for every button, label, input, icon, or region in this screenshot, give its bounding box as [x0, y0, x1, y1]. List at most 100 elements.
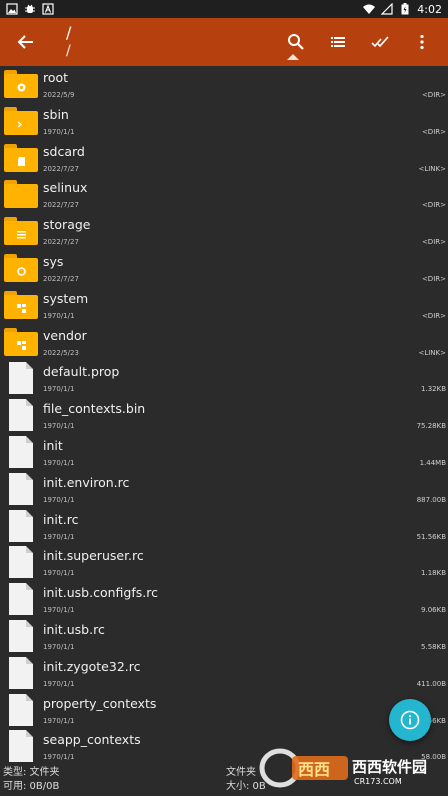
folder-icon: [4, 217, 38, 246]
settings-icon: [16, 266, 27, 277]
file-kind-badge: <DIR>: [421, 274, 446, 283]
file-date: 2022/5/23: [43, 348, 79, 357]
file-list-item[interactable]: property_contexts 1970/1/1 56KB: [0, 692, 448, 729]
list-icon: [16, 229, 27, 240]
double-check-icon: [371, 36, 389, 48]
file-icon: [9, 399, 33, 432]
select-all-button[interactable]: [362, 24, 398, 60]
folder-icon: [4, 143, 38, 172]
file-list-item[interactable]: init.zygote32.rc 1970/1/1 411.00B: [0, 655, 448, 692]
folder-icon: [4, 253, 38, 282]
file-kind-badge: <DIR>: [421, 238, 446, 247]
path-dropdown-indicator-icon[interactable]: [287, 54, 299, 60]
path-line-secondary: /: [66, 43, 71, 59]
file-list-item[interactable]: init.rc 1970/1/1 51.56KB: [0, 508, 448, 545]
file-list-item[interactable]: storage 2022/7/27 <DIR>: [0, 213, 448, 250]
watermark-logo: 西西 西西软件园 CR173.COM: [258, 748, 444, 788]
file-date: 2022/5/9: [43, 91, 75, 99]
file-date: 1970/1/1: [43, 458, 75, 467]
file-date: 1970/1/1: [43, 569, 75, 578]
folder-icon: [4, 70, 38, 98]
file-list-item[interactable]: system 1970/1/1 <DIR>: [0, 287, 448, 324]
file-icon: [9, 509, 33, 542]
path-line-primary: /: [66, 23, 72, 42]
file-icon: [9, 583, 33, 616]
file-list-item[interactable]: sdcard 2022/7/27 <LINK>: [0, 140, 448, 177]
file-name: vendor: [43, 327, 87, 343]
file-icon: [9, 472, 33, 505]
file-list-item[interactable]: selinux 2022/7/27 <DIR>: [0, 176, 448, 213]
file-icon: [9, 730, 33, 763]
file-name: init.zygote32.rc: [43, 658, 141, 674]
file-icon: [9, 693, 33, 726]
image-icon: [6, 3, 18, 15]
file-list-item[interactable]: root 2022/5/9 <DIR>: [0, 66, 448, 103]
file-date: 2022/7/27: [43, 274, 79, 283]
file-name: sdcard: [43, 143, 85, 159]
file-kind-badge: <DIR>: [421, 91, 446, 99]
watermark-text: 西西软件园: [352, 758, 427, 776]
file-date: 1970/1/1: [43, 422, 75, 431]
overflow-menu-button[interactable]: [404, 24, 440, 60]
file-size: 1.32KB: [421, 385, 446, 394]
file-name: seapp_contexts: [43, 732, 141, 748]
gear-icon: [16, 82, 27, 93]
file-icon: [9, 546, 33, 579]
file-date: 2022/7/27: [43, 201, 79, 210]
folder-icon: [4, 106, 38, 135]
file-kind-badge: <DIR>: [421, 311, 446, 320]
file-date: 1970/1/1: [43, 606, 75, 615]
file-icon: [9, 619, 33, 652]
file-list[interactable]: root 2022/5/9 <DIR> sbin 1970/1/1 <DIR> sdcard…: [0, 66, 448, 766]
info-fab-button[interactable]: [389, 699, 431, 741]
folder-icon: [4, 180, 38, 209]
file-name: init: [43, 437, 63, 453]
footer-available: 可用: 0B/0B: [3, 781, 60, 792]
file-icon: [9, 362, 33, 395]
file-size: 887.00B: [416, 495, 446, 504]
file-size: 5.58KB: [421, 642, 446, 651]
file-date: 1970/1/1: [43, 127, 75, 136]
file-name: init.usb.configfs.rc: [43, 585, 158, 601]
file-list-item[interactable]: file_contexts.bin 1970/1/1 75.28KB: [0, 397, 448, 434]
file-date: 2022/7/27: [43, 164, 79, 173]
file-list-item[interactable]: vendor 2022/5/23 <LINK>: [0, 324, 448, 361]
file-list-item[interactable]: sbin 1970/1/1 <DIR>: [0, 103, 448, 140]
file-name: property_contexts: [43, 695, 157, 711]
file-icon: [9, 435, 33, 468]
file-name: default.prop: [43, 364, 120, 380]
status-time: 4:02: [417, 2, 442, 16]
path-display[interactable]: / /: [66, 24, 71, 60]
cellular-signal-icon: [381, 3, 393, 15]
file-size: 75.28KB: [416, 422, 446, 431]
file-date: 1970/1/1: [43, 532, 75, 541]
file-date: 1970/1/1: [43, 716, 75, 725]
file-list-item[interactable]: init 1970/1/1 1.44MB: [0, 434, 448, 471]
app-toolbar: / /: [0, 18, 448, 66]
file-name: selinux: [43, 180, 88, 196]
network-nodes-icon: [16, 303, 27, 314]
file-name: init.rc: [43, 511, 79, 527]
file-list-item[interactable]: init.usb.rc 1970/1/1 5.58KB: [0, 618, 448, 655]
file-size: 51.56KB: [416, 532, 446, 541]
file-date: 1970/1/1: [43, 679, 75, 688]
network-nodes-icon: [16, 340, 27, 351]
file-list-item[interactable]: default.prop 1970/1/1 1.32KB: [0, 360, 448, 397]
folder-icon: [4, 290, 38, 319]
file-list-item[interactable]: init.environ.rc 1970/1/1 887.00B: [0, 471, 448, 508]
status-bar: 4:02: [0, 0, 448, 18]
file-list-item[interactable]: init.usb.configfs.rc 1970/1/1 9.06KB: [0, 581, 448, 618]
file-date: 2022/7/27: [43, 238, 79, 247]
search-icon: [288, 34, 304, 50]
back-button[interactable]: [8, 24, 44, 60]
file-size: 1.44MB: [419, 458, 446, 467]
file-name: file_contexts.bin: [43, 401, 146, 417]
file-kind-badge: <LINK>: [418, 348, 446, 357]
file-size: 1.18KB: [421, 569, 446, 578]
file-list-item[interactable]: sys 2022/7/27 <DIR>: [0, 250, 448, 287]
list-view-button[interactable]: [320, 24, 356, 60]
file-date: 1970/1/1: [43, 753, 75, 762]
file-list-item[interactable]: init.superuser.rc 1970/1/1 1.18KB: [0, 544, 448, 581]
bug-icon: [24, 3, 36, 15]
file-date: 1970/1/1: [43, 311, 75, 320]
